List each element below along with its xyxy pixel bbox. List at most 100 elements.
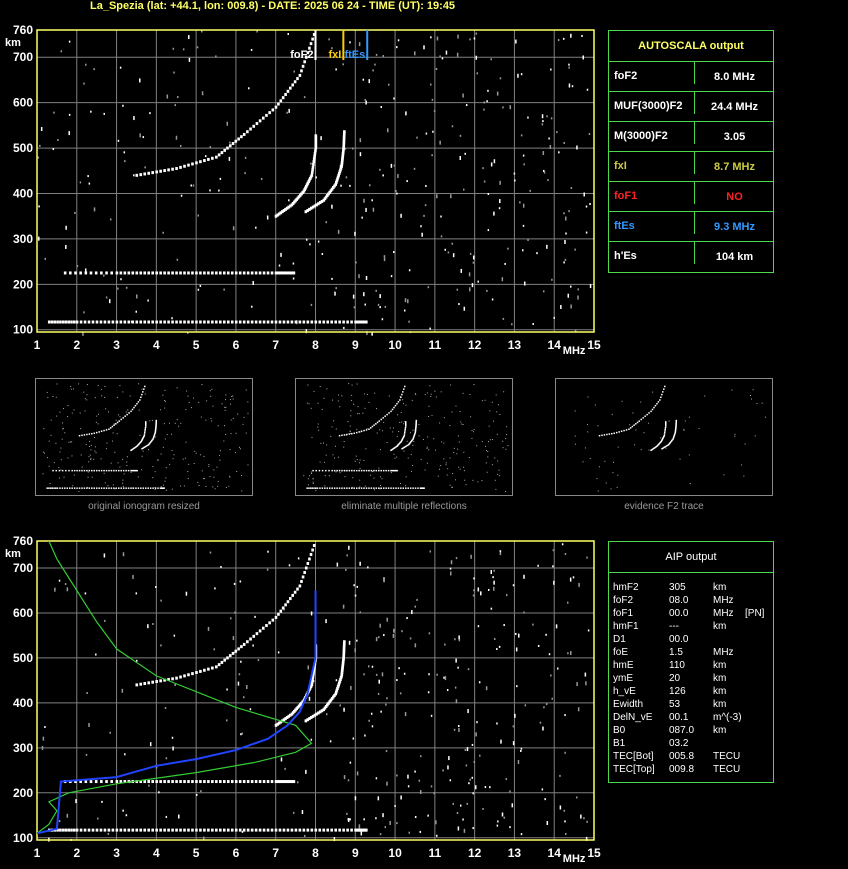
noise-dot [588, 133, 591, 136]
thumb-noise [229, 475, 231, 477]
thumb-trace [628, 428, 630, 430]
noise-dot [125, 814, 128, 817]
thumb-trace [336, 469, 338, 472]
trace-e-layer [147, 320, 150, 324]
thumb-trace [620, 430, 623, 433]
thumb-noise [195, 452, 197, 454]
noise-dot [564, 258, 567, 261]
thumb-noise [688, 454, 690, 456]
noise-dot [446, 689, 449, 692]
thumb-noise [213, 469, 215, 471]
thumb-trace [64, 487, 66, 489]
trace-e-layer [215, 320, 218, 324]
trace-e-layer [290, 320, 294, 324]
noise-dot [408, 269, 411, 272]
noise-dot [463, 306, 466, 311]
noise-dot [523, 611, 525, 614]
thumb-trace [321, 469, 324, 472]
noise-dot [349, 184, 351, 187]
y-axis-label: km [5, 37, 21, 49]
thumb-noise [90, 444, 92, 446]
noise-dot [473, 37, 476, 40]
trace-e-layer [59, 828, 62, 832]
noise-dot [172, 746, 174, 751]
thumb-noise [245, 432, 247, 434]
thumb-trace [105, 469, 108, 472]
thumb-noise [503, 391, 505, 393]
thumb-noise [71, 441, 73, 443]
autoscala-row-hes: h'Es 104 km [609, 241, 773, 271]
trace-es [89, 271, 93, 275]
thumb-noise [176, 387, 178, 389]
noise-dot [244, 156, 247, 159]
noise-dot [568, 66, 570, 69]
noise-dot [435, 820, 437, 825]
thumb-trace [404, 385, 406, 388]
noise-dot [251, 305, 253, 308]
noise-dot [383, 634, 385, 637]
noise-dot [532, 323, 534, 326]
noise-dot [537, 564, 539, 567]
noise-dot [303, 834, 306, 837]
noise-dot [456, 811, 459, 814]
noise-dot [482, 167, 484, 170]
thumb-trace [631, 425, 634, 428]
trace-e-layer [119, 320, 123, 324]
noise-dot [393, 164, 396, 167]
aip-cell: 00.0 [669, 608, 689, 619]
noise-dot [423, 214, 425, 217]
thumb-trace [369, 427, 372, 429]
noise-dot [136, 659, 138, 662]
noise-dot [303, 96, 306, 99]
trace-f2-2nd-hop [143, 682, 147, 686]
thumb-noise [477, 481, 479, 483]
thumb-trace [139, 399, 141, 401]
thumb-noise [306, 402, 308, 404]
thumb-noise [334, 457, 336, 459]
noise-dot [550, 68, 552, 71]
thumb-noise [89, 454, 91, 456]
thumb-noise [62, 422, 64, 424]
thumb-trace [646, 413, 648, 416]
thumb-noise [232, 398, 234, 400]
thumb-noise [765, 416, 767, 418]
trace-f2-2nd-hop [203, 159, 206, 163]
thumb-noise [459, 410, 461, 412]
trace-e-layer [342, 320, 345, 324]
trace-es [195, 271, 198, 275]
thumb-noise [50, 419, 52, 421]
thumb-trace [108, 487, 110, 489]
thumb-trace [360, 430, 363, 433]
y-tick-label: 200 [13, 786, 33, 800]
thumb-noise [90, 449, 92, 451]
trace-e-layer [238, 320, 242, 324]
thumb-noise [245, 389, 247, 391]
thumb-noise [453, 447, 455, 449]
trace-f2-2nd-hop [312, 543, 316, 547]
noise-dot [559, 774, 561, 777]
noise-dot [385, 750, 388, 753]
thumb-noise [491, 401, 493, 403]
thumb-noise [324, 475, 326, 477]
thumb-trace [675, 419, 678, 422]
noise-dot [142, 136, 145, 139]
noise-dot [552, 549, 555, 552]
thumb-noise [334, 445, 336, 447]
trace-e-layer [302, 320, 306, 324]
trace-e-layer [270, 320, 274, 324]
thumb-trace [71, 469, 73, 472]
aip-cell: TECU [713, 751, 741, 762]
aip-cell: MHz [713, 647, 734, 658]
thumb-noise [101, 395, 103, 397]
noise-dot [462, 93, 464, 98]
thumb-trace [131, 408, 134, 411]
thumb-noise [597, 425, 599, 427]
noise-dot [68, 40, 71, 43]
thumb-trace [640, 418, 642, 421]
trace-e-layer [314, 828, 318, 832]
thumb-noise [487, 451, 489, 453]
noise-dot [553, 580, 555, 585]
thumb-noise [445, 464, 447, 466]
thumb-noise [684, 420, 686, 422]
noise-dot [310, 611, 313, 616]
